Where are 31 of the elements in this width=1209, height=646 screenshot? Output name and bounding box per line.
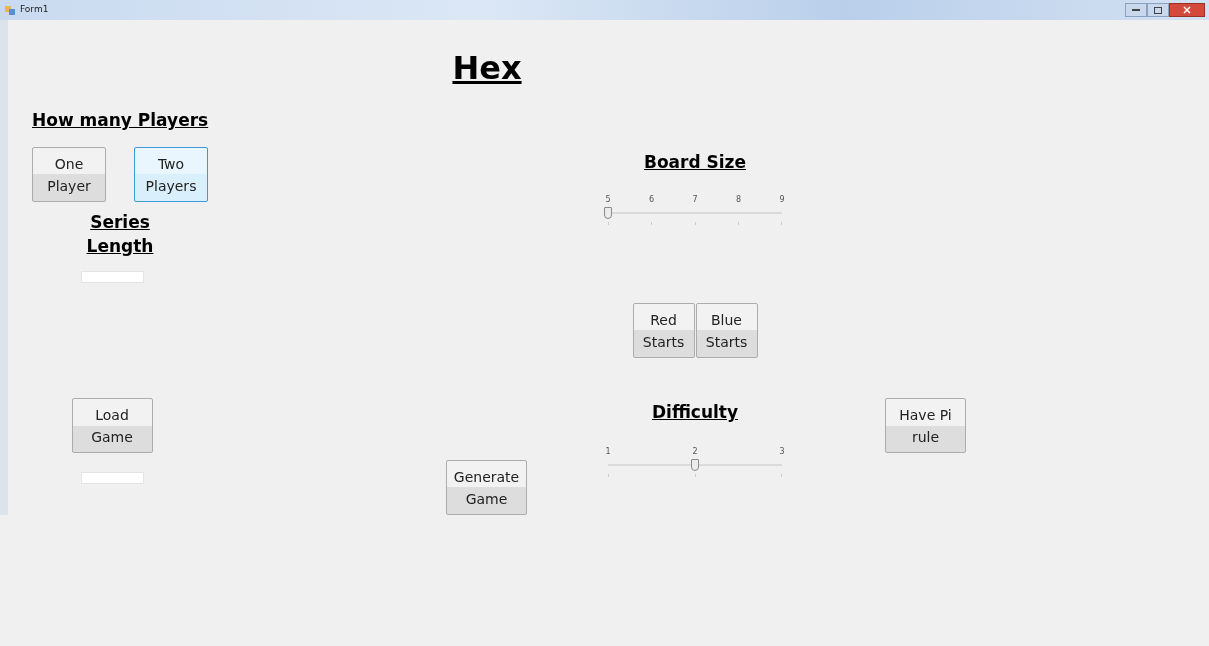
button[interactable]: One Player <box>32 147 106 202</box>
tick-label: 7 <box>692 194 698 206</box>
page-title: Hex <box>451 48 523 88</box>
section-heading: Series Length <box>85 211 155 258</box>
app-icon <box>4 4 16 16</box>
slider-thumb[interactable] <box>604 207 612 219</box>
tick-label: 1 <box>605 446 611 458</box>
button[interactable]: Load Game <box>71 398 153 453</box>
section-heading: Board Size <box>642 151 748 174</box>
tick-label: 9 <box>779 194 785 206</box>
tick-label: 5 <box>605 194 611 206</box>
section-heading: How many Players <box>32 109 208 132</box>
input-field[interactable] <box>80 472 144 484</box>
window-title: Form1 <box>20 3 49 17</box>
tick-label: 6 <box>648 194 655 206</box>
button[interactable]: Generate Game <box>446 460 527 515</box>
close-icon[interactable] <box>1169 3 1205 17</box>
tick-label: 8 <box>735 194 742 206</box>
input-field[interactable] <box>80 271 144 283</box>
slider[interactable]: 1 2 3 <box>605 446 785 482</box>
slider[interactable]: 5 6 7 8 9 <box>605 194 785 230</box>
section-heading: Difficulty <box>650 401 740 424</box>
tick-label: 3 <box>779 446 785 458</box>
button[interactable]: Red Starts <box>632 303 695 358</box>
maximize-icon[interactable] <box>1147 3 1169 17</box>
button[interactable]: Two Players <box>134 147 208 202</box>
button[interactable]: Blue Starts <box>695 303 758 358</box>
button[interactable]: Have Pi rule <box>885 398 966 453</box>
tick-label: 2 <box>692 446 698 458</box>
minimize-icon[interactable] <box>1125 3 1147 17</box>
slider-thumb[interactable] <box>691 459 699 471</box>
